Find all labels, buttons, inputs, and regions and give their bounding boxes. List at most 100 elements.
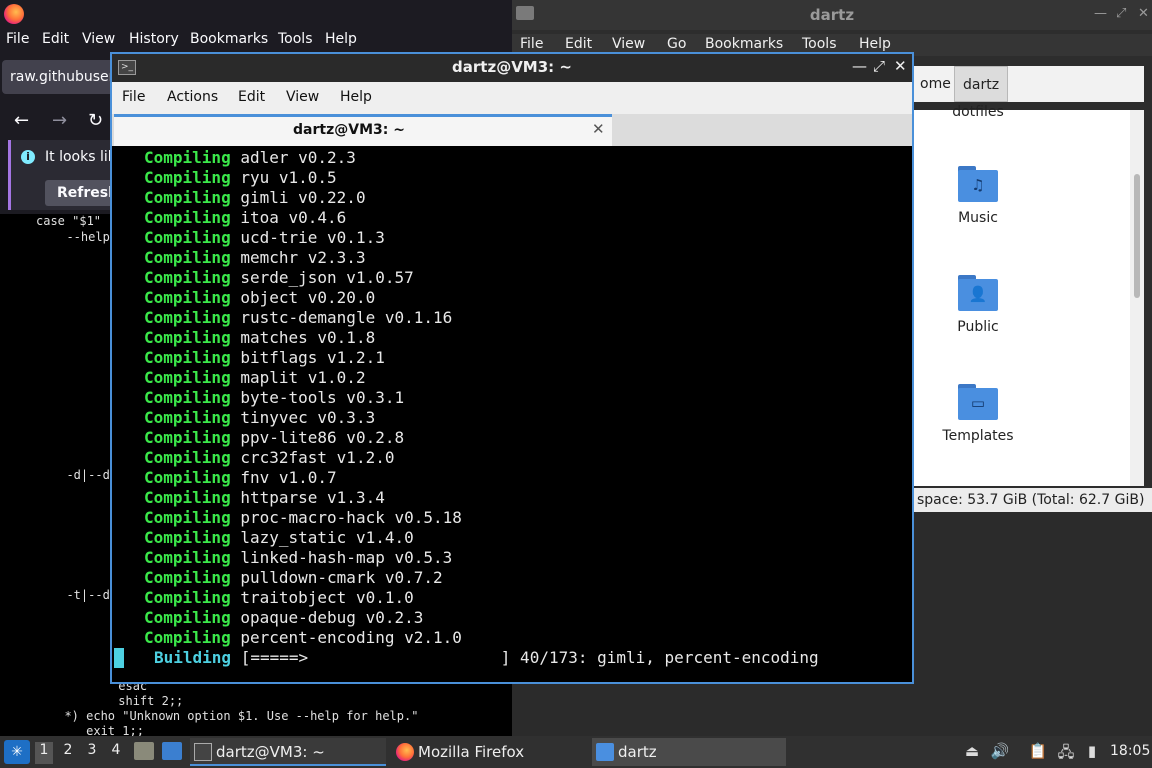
firefox-titlebar[interactable]: [0, 0, 512, 28]
breadcrumb-dartz[interactable]: dartz: [954, 66, 1009, 102]
firefox-menu-tools[interactable]: Tools: [278, 31, 313, 47]
file-item-public[interactable]: 👤 Public: [918, 275, 1038, 335]
fm-menu-go[interactable]: Go: [667, 36, 686, 52]
fm-menu-bookmarks[interactable]: Bookmarks: [705, 36, 783, 52]
firefox-menu-edit[interactable]: Edit: [42, 31, 69, 47]
task-file-manager[interactable]: dartz: [592, 738, 786, 766]
compiling-keyword: Compiling: [144, 308, 231, 327]
term-menu-help[interactable]: Help: [340, 89, 372, 105]
breadcrumb-home[interactable]: ome: [912, 66, 959, 102]
package-name: httparse v1.3.4: [240, 488, 385, 507]
firefox-menu-file[interactable]: File: [6, 31, 29, 47]
code-line: --help: [52, 230, 110, 244]
terminal-titlebar[interactable]: >_ dartz@VM3: ~ — ⤢ ✕: [112, 54, 912, 82]
volume-icon[interactable]: 🔊: [990, 742, 1010, 762]
compiling-keyword: Compiling: [144, 248, 231, 267]
fm-menu-file[interactable]: File: [520, 36, 543, 52]
file-manager-title: dartz: [809, 6, 855, 24]
compiling-keyword: Compiling: [144, 428, 231, 447]
compiling-keyword: Compiling: [144, 548, 231, 567]
task-terminal[interactable]: dartz@VM3: ~: [190, 738, 386, 766]
firefox-menu-help[interactable]: Help: [325, 31, 357, 47]
tab-close-icon[interactable]: ✕: [592, 120, 605, 138]
file-item-label: Templates: [942, 428, 1014, 444]
power-icon[interactable]: ▮: [1082, 742, 1102, 762]
file-manager-scrollbar[interactable]: [1130, 110, 1144, 486]
compiling-keyword: Compiling: [144, 188, 231, 207]
maximize-icon[interactable]: ⤢: [1116, 6, 1126, 21]
file-manager-titlebar[interactable]: dartz — ⤢ ✕: [512, 0, 1152, 30]
fm-menu-help[interactable]: Help: [859, 36, 891, 52]
firefox-logo-icon: [4, 4, 24, 24]
clipboard-icon[interactable]: 📋: [1028, 742, 1048, 762]
compiling-keyword: Compiling: [144, 588, 231, 607]
workspace-2[interactable]: 2: [59, 742, 77, 764]
task-label: dartz@VM3: ~: [216, 743, 325, 761]
close-icon[interactable]: ✕: [1138, 6, 1149, 21]
minimize-icon[interactable]: —: [1094, 6, 1107, 21]
reload-icon[interactable]: ↻: [88, 110, 103, 131]
package-name: ucd-trie v0.1.3: [240, 228, 385, 247]
firefox-icon: [396, 743, 414, 761]
start-menu-icon[interactable]: ✳: [4, 740, 30, 764]
terminal-window[interactable]: >_ dartz@VM3: ~ — ⤢ ✕ File Actions Edit …: [110, 52, 914, 684]
fm-menu-view[interactable]: View: [612, 36, 645, 52]
workspace-3[interactable]: 3: [83, 742, 101, 764]
terminal-title: dartz@VM3: ~: [452, 58, 572, 76]
terminal-menubar: File Actions Edit View Help: [112, 82, 912, 114]
compile-line: Compiling itoa v0.4.6: [144, 208, 346, 227]
workspace-1[interactable]: 1: [35, 742, 53, 764]
terminal-output[interactable]: Compiling adler v0.2.3 Compiling ryu v1.0…: [112, 146, 912, 682]
firefox-tab[interactable]: raw.githubuser: [2, 60, 122, 94]
compiling-keyword: Compiling: [144, 528, 231, 547]
code-line: -t|--d: [52, 588, 110, 602]
close-icon[interactable]: ✕: [894, 57, 907, 75]
terminal-tab-label: dartz@VM3: ~: [293, 122, 405, 138]
back-icon[interactable]: ←: [14, 110, 29, 131]
show-desktop-icon[interactable]: [162, 742, 182, 760]
file-manager-launcher-icon[interactable]: [134, 742, 154, 760]
package-name: maplit v1.0.2: [240, 368, 366, 387]
term-menu-edit[interactable]: Edit: [238, 89, 265, 105]
breadcrumb: ome dartz: [912, 66, 1144, 102]
term-menu-file[interactable]: File: [122, 89, 145, 105]
package-name: opaque-debug v0.2.3: [240, 608, 424, 627]
file-item-label: Public: [957, 319, 999, 335]
file-icon-view[interactable]: dotfiles ♫ Music 👤 Public ▭ Templates: [912, 104, 1130, 486]
compile-line: Compiling ucd-trie v0.1.3: [144, 228, 385, 247]
file-item-music[interactable]: ♫ Music: [918, 166, 1038, 226]
forward-icon[interactable]: →: [52, 110, 67, 131]
maximize-icon[interactable]: ⤢: [873, 57, 885, 75]
compile-line: Compiling maplit v1.0.2: [144, 368, 366, 387]
firefox-menu-bookmarks[interactable]: Bookmarks: [190, 31, 268, 47]
file-item-templates[interactable]: ▭ Templates: [918, 384, 1038, 444]
firefox-menu-view[interactable]: View: [82, 31, 115, 47]
compile-line: Compiling ryu v1.0.5: [144, 168, 337, 187]
compile-line: Compiling byte-tools v0.3.1: [144, 388, 404, 407]
building-keyword: Building: [154, 648, 232, 667]
fm-menu-tools[interactable]: Tools: [802, 36, 837, 52]
workspace-4[interactable]: 4: [107, 742, 125, 764]
package-name: object v0.20.0: [240, 288, 376, 307]
terminal-tab[interactable]: dartz@VM3: ~ ✕: [114, 114, 612, 146]
firefox-menu-history[interactable]: History: [129, 31, 179, 47]
scrollbar-thumb[interactable]: [1134, 174, 1140, 298]
compiling-keyword: Compiling: [144, 608, 231, 627]
term-menu-view[interactable]: View: [286, 89, 319, 105]
task-firefox[interactable]: Mozilla Firefox: [392, 738, 588, 766]
build-progress: [=====> ] 40/173: gimli, percent-encodin…: [240, 648, 819, 667]
compiling-keyword: Compiling: [144, 228, 231, 247]
minimize-icon[interactable]: —: [852, 57, 867, 75]
fm-menu-edit[interactable]: Edit: [565, 36, 592, 52]
code-line: case "$1": [36, 214, 102, 228]
network-icon[interactable]: 🖧: [1056, 742, 1076, 762]
compiling-keyword: Compiling: [144, 568, 231, 587]
file-item-dotfiles[interactable]: dotfiles: [918, 104, 1038, 120]
eject-icon[interactable]: ⏏: [962, 742, 982, 762]
file-item-label: dotfiles: [952, 104, 1004, 120]
task-label: dartz: [618, 743, 657, 761]
package-name: byte-tools v0.3.1: [240, 388, 405, 407]
term-menu-actions[interactable]: Actions: [167, 89, 218, 105]
terminal-cursor: [114, 648, 124, 668]
compiling-keyword: Compiling: [144, 368, 231, 387]
